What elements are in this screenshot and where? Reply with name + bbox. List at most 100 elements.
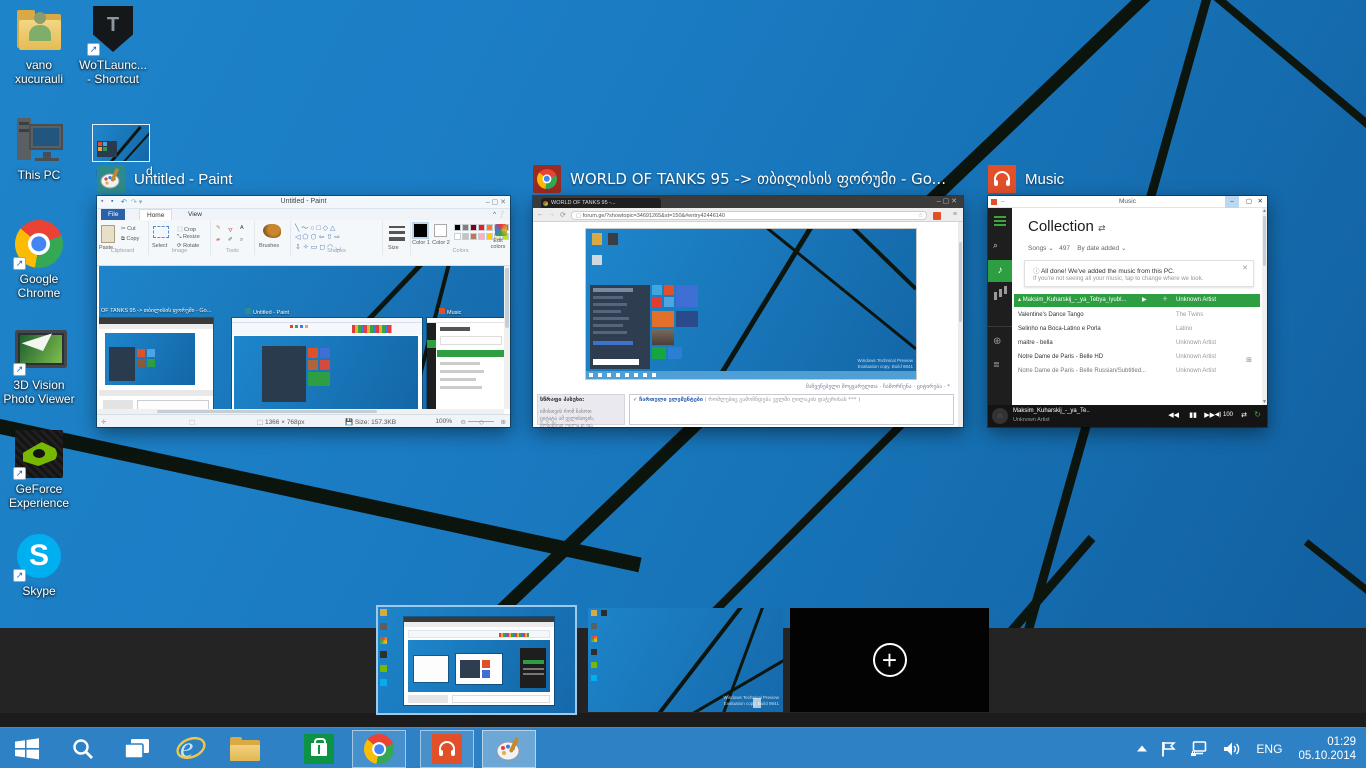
bookmark-star-icon[interactable]: ☆ [918,213,923,220]
paste-icon[interactable] [101,225,115,243]
forum-breadcrumb[interactable]: მაჩვენებელი მოყვარულთა · ჩამორჩენა · ციტ… [806,384,950,390]
music-scrollbar[interactable]: ▲ ▼ [1262,208,1267,405]
shape-row[interactable]: ╲〜○□◇△ [295,223,337,233]
language-indicator[interactable]: ENG [1256,742,1282,756]
palette-swatch[interactable] [478,224,485,231]
action-center-flag-icon[interactable] [1161,741,1176,757]
cut-button[interactable]: ✂ Cut [121,226,136,232]
add-icon[interactable]: ＋ [1162,294,1168,307]
tab-home[interactable]: Home [139,209,172,220]
forward-button[interactable]: → [548,211,555,218]
taskview-wot-thumbnail[interactable]: WORLD OF TANKS 95 -... – ▢ ✕ ← → ⟳ ▢ for… [533,196,963,427]
desktop-icon-geforce[interactable]: ↗ GeForce Experience [0,430,78,510]
tab-file[interactable]: File [101,209,125,220]
store-button[interactable] [292,729,346,768]
file-explorer-button[interactable] [218,729,272,768]
address-bar[interactable]: ▢ forum.ge/?showtopic=34691265&st=150&#e… [571,211,927,220]
palette-swatch[interactable] [478,233,485,240]
desktop-icon-wot-launcher[interactable]: Т ↗ WoTLaunc... - Shortcut [74,6,152,86]
reply-checkbox-label[interactable]: ჩართული ელემენტები [639,397,703,403]
shape-row[interactable]: ◁⬠⬡⇦⇧⇨ [295,233,342,241]
close-button[interactable]: ✕ [1258,196,1263,208]
song-row[interactable]: maitre - bella Unknown Artist [1018,337,1260,350]
palette-swatch[interactable] [470,233,477,240]
picker-icon[interactable]: ✐ [228,237,233,243]
paint-taskbar-button[interactable] [482,730,536,768]
size-button[interactable]: Size [388,245,399,251]
sort-dropdown[interactable]: By date added ⌄ [1077,245,1126,252]
notice-close-icon[interactable]: ✕ [1242,264,1248,272]
back-button[interactable]: ← [537,211,544,218]
maximize-button[interactable]: ▢ [1246,196,1252,208]
chrome-menu-icon[interactable]: ≡ [953,211,957,218]
brushes-icon[interactable] [263,224,281,238]
brushes-button[interactable]: Brushes [259,243,279,249]
window-controls[interactable]: – ▢ ✕ [937,197,957,205]
magnifier-icon[interactable]: ⌕ [240,237,243,244]
desktop2-thumbnail[interactable]: Windows Technical PreviewEvaluation copy… [588,608,783,712]
copy-button[interactable]: ⧉ Copy [121,236,139,243]
palette-swatch[interactable] [454,224,461,231]
chrome-taskbar-button[interactable] [352,730,406,768]
chrome-scrollbar[interactable] [958,222,963,427]
task-view-button[interactable] [110,729,164,768]
song-row[interactable]: Valentine's Dance Tango The Twins [1018,309,1260,322]
extension-icon[interactable] [933,212,941,220]
palette-swatch[interactable] [462,233,469,240]
desktop-icon-3d-vision[interactable]: ↗ 3D Vision Photo Viewer [0,326,78,406]
charts-icon[interactable] [994,292,997,300]
start-button[interactable] [0,729,54,768]
palette-swatch[interactable] [486,224,493,231]
music-taskbar-button[interactable] [420,730,474,768]
volume-icon[interactable] [1223,741,1241,757]
tab-view[interactable]: View [181,209,209,220]
player-shuffle-icon[interactable]: ⇄ [1241,411,1247,419]
paint-vscrollbar[interactable] [504,266,510,409]
desktop-icon-skype[interactable]: S ↗ Skype [0,532,78,598]
fill-icon[interactable]: 🜄 [228,225,233,236]
taskbar-clock[interactable]: 01:29 05.10.2014 [1298,735,1356,763]
new-playlist-icon[interactable]: ⊕ [993,336,1001,347]
desktop-icon-this-pc[interactable]: This PC [0,116,78,182]
pause-button[interactable]: ▮▮ [1189,411,1197,419]
color2-swatch[interactable] [434,224,447,237]
collection-tab-icon[interactable]: ♪ [988,260,1012,282]
scroll-up-icon[interactable]: ▲ [1262,208,1267,214]
zoom-slider[interactable]: ◇ [479,418,484,426]
taskview-paint-thumbnail[interactable]: ▪ ▪ ↶ ↷ ▾ Untitled - Paint – ▢ ✕ File Ho… [97,196,510,427]
taskview-wot-header[interactable]: WORLD OF TANKS 95 -> თბილისის ფორუმი - G… [533,164,946,194]
resize-button[interactable]: ⤡ Resize [177,234,200,241]
edit-colors-icon[interactable] [495,224,507,236]
minimize-button[interactable]: – [1225,196,1239,208]
menu-icon[interactable] [994,216,1006,218]
search-icon[interactable]: ⌕ [993,240,998,251]
taskview-music-header[interactable]: Music [988,164,1064,194]
volume-button[interactable]: ◀) 100 [1215,411,1233,418]
desktop1-thumbnail[interactable] [378,607,575,713]
shuffle-icon[interactable]: ⇄ [1098,223,1106,233]
network-icon[interactable] [1190,741,1209,757]
add-desktop-button[interactable]: + [790,608,989,712]
previous-button[interactable]: ◀◀ [1168,411,1179,419]
song-row-active[interactable]: ▴ Maksim_Kuharskij_-_ya_Tebya_lyubl... ▶… [1014,294,1260,307]
next-button[interactable]: ▶▶ [1204,411,1215,419]
reply-textarea[interactable]: ✓ ჩართული ელემენტები ( რომლებიც გამოჩნდე… [629,394,954,425]
pencil-icon[interactable]: ✎ [216,225,221,231]
song-row[interactable]: Notre Dame de Paris - Belle Russian/Subt… [1018,365,1260,378]
song-row[interactable]: Notre Dame de Paris - Belle HD Unknown A… [1018,351,1260,364]
playlists-icon[interactable]: ≣ [993,360,1000,369]
chrome-tab[interactable]: WORLD OF TANKS 95 -... [541,198,661,208]
reload-button[interactable]: ⟳ [560,211,566,219]
desktop-icon-vano[interactable]: vano xucurauli [0,6,78,86]
internet-explorer-button[interactable]: e [164,729,218,768]
repeat-icon[interactable]: ↻ [1254,410,1261,419]
play-icon[interactable]: ▶ [1142,294,1147,307]
search-button[interactable] [56,729,110,768]
select-icon[interactable] [153,226,169,238]
song-row[interactable]: Selinho na Boca-Latino e Porla Latino [1018,323,1260,336]
zoom-out-button[interactable]: ⊖ [461,418,466,426]
desktop-icon-google-chrome[interactable]: ↗ Google Chrome [0,220,78,300]
color1-swatch[interactable] [414,224,427,237]
text-tool-icon[interactable]: A [240,225,244,231]
palette-swatch[interactable] [462,224,469,231]
